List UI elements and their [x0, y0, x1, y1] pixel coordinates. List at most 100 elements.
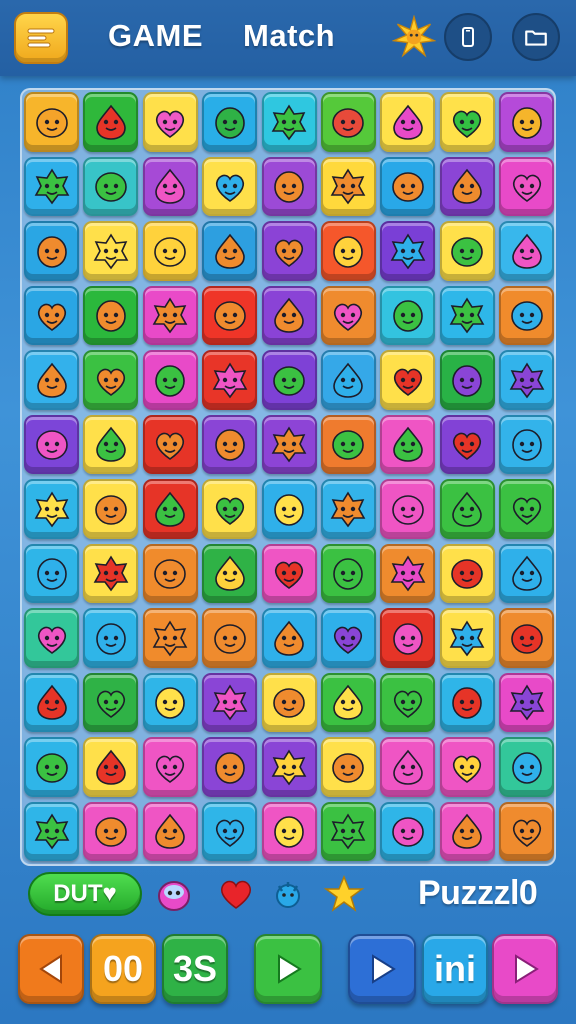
tile[interactable]: [202, 221, 258, 281]
tile[interactable]: [202, 156, 258, 216]
forward-button[interactable]: [348, 934, 416, 1004]
tile[interactable]: [202, 350, 258, 410]
tile[interactable]: [83, 350, 139, 410]
tile[interactable]: [24, 801, 79, 861]
tile[interactable]: [202, 672, 258, 732]
tile[interactable]: [83, 608, 139, 668]
tile[interactable]: [202, 414, 258, 474]
tile[interactable]: [202, 608, 258, 668]
tile[interactable]: [499, 608, 555, 668]
tile[interactable]: [499, 801, 555, 861]
tile[interactable]: [499, 543, 555, 603]
tile[interactable]: [142, 543, 198, 603]
tile[interactable]: [142, 608, 198, 668]
tile[interactable]: [439, 92, 495, 152]
tile[interactable]: [320, 608, 376, 668]
tile[interactable]: [261, 801, 317, 861]
tile[interactable]: [380, 221, 436, 281]
tile[interactable]: [142, 350, 198, 410]
menu-button[interactable]: [14, 12, 68, 64]
tile[interactable]: [499, 737, 555, 797]
tile[interactable]: [320, 801, 376, 861]
tile[interactable]: [202, 479, 258, 539]
tile[interactable]: [499, 156, 555, 216]
tile[interactable]: [380, 479, 436, 539]
tile[interactable]: [380, 543, 436, 603]
next-button[interactable]: [492, 934, 558, 1004]
tile[interactable]: [83, 221, 139, 281]
tile[interactable]: [320, 156, 376, 216]
tile[interactable]: [83, 543, 139, 603]
tile[interactable]: [380, 285, 436, 345]
tile[interactable]: [202, 285, 258, 345]
tile[interactable]: [439, 221, 495, 281]
tile[interactable]: [142, 737, 198, 797]
folder-button[interactable]: [512, 13, 560, 61]
tile[interactable]: [24, 737, 79, 797]
tile[interactable]: [380, 737, 436, 797]
tile[interactable]: [439, 350, 495, 410]
tile[interactable]: [24, 350, 79, 410]
tile[interactable]: [24, 221, 79, 281]
play-button[interactable]: [254, 934, 322, 1004]
tile[interactable]: [320, 543, 376, 603]
tile[interactable]: [24, 156, 79, 216]
duty-button[interactable]: DUT♥: [28, 872, 142, 916]
tile[interactable]: [439, 737, 495, 797]
tile[interactable]: [320, 414, 376, 474]
tile[interactable]: [439, 608, 495, 668]
tile[interactable]: [261, 414, 317, 474]
score-b-button[interactable]: 3S: [162, 934, 228, 1004]
tile[interactable]: [499, 479, 555, 539]
tile[interactable]: [83, 285, 139, 345]
score-a-button[interactable]: 00: [90, 934, 156, 1004]
tile[interactable]: [499, 92, 555, 152]
tile[interactable]: [261, 672, 317, 732]
tile[interactable]: [499, 285, 555, 345]
tile[interactable]: [83, 672, 139, 732]
tile[interactable]: [380, 350, 436, 410]
tile[interactable]: [24, 285, 79, 345]
tile[interactable]: [439, 479, 495, 539]
tile[interactable]: [261, 156, 317, 216]
tile[interactable]: [380, 801, 436, 861]
tile[interactable]: [261, 92, 317, 152]
phone-button[interactable]: [444, 13, 492, 61]
tile[interactable]: [499, 672, 555, 732]
tile[interactable]: [439, 801, 495, 861]
tile[interactable]: [439, 285, 495, 345]
tile[interactable]: [380, 156, 436, 216]
tile[interactable]: [142, 92, 198, 152]
tile[interactable]: [380, 414, 436, 474]
tile[interactable]: [439, 156, 495, 216]
tile[interactable]: [24, 543, 79, 603]
tile[interactable]: [142, 285, 198, 345]
tile[interactable]: [24, 92, 79, 152]
tile[interactable]: [261, 350, 317, 410]
tile[interactable]: [320, 221, 376, 281]
tile[interactable]: [261, 543, 317, 603]
tile[interactable]: [320, 737, 376, 797]
tile[interactable]: [261, 737, 317, 797]
tile[interactable]: [202, 92, 258, 152]
tile[interactable]: [320, 479, 376, 539]
tile[interactable]: [439, 543, 495, 603]
tile[interactable]: [499, 350, 555, 410]
tile[interactable]: [142, 156, 198, 216]
tile[interactable]: [380, 92, 436, 152]
tile[interactable]: [142, 801, 198, 861]
tile[interactable]: [202, 737, 258, 797]
tile[interactable]: [24, 414, 79, 474]
tile[interactable]: [202, 801, 258, 861]
tile[interactable]: [261, 285, 317, 345]
tile[interactable]: [439, 414, 495, 474]
tile[interactable]: [261, 608, 317, 668]
tile[interactable]: [142, 479, 198, 539]
tile[interactable]: [83, 801, 139, 861]
tile[interactable]: [261, 479, 317, 539]
tile[interactable]: [24, 608, 79, 668]
tile[interactable]: [320, 92, 376, 152]
tile[interactable]: [261, 221, 317, 281]
tile[interactable]: [499, 221, 555, 281]
tile[interactable]: [142, 221, 198, 281]
